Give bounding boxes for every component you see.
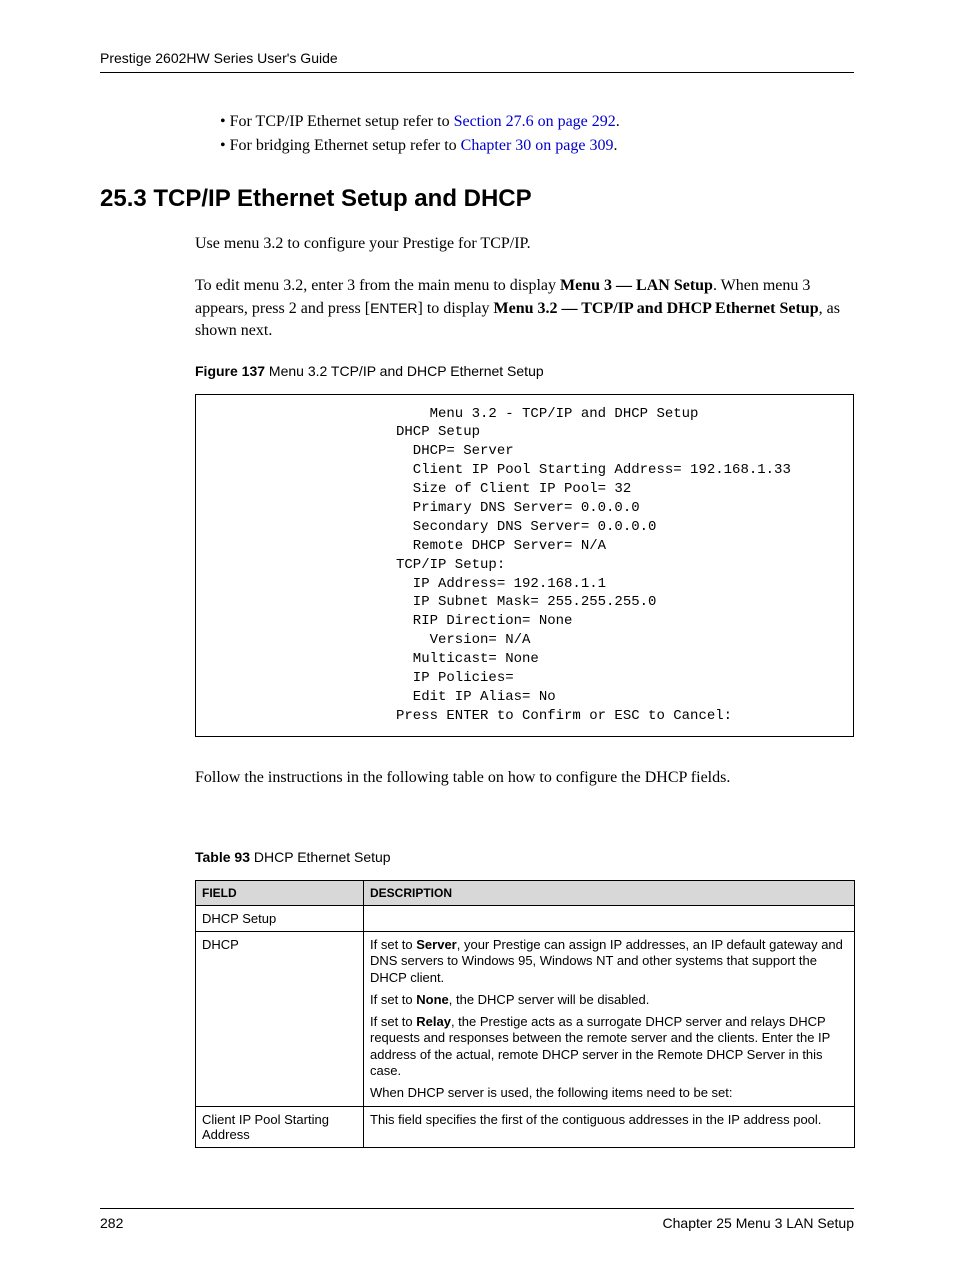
list-item: For TCP/IP Ethernet setup refer to Secti… (220, 113, 854, 131)
option-name: None (416, 992, 449, 1007)
text-run: This field specifies the first of the co… (370, 1112, 848, 1128)
paragraph: Use menu 3.2 to configure your Prestige … (195, 233, 854, 255)
text-run: If set to (370, 1014, 416, 1029)
list-item: For bridging Ethernet setup refer to Cha… (220, 137, 854, 155)
cross-ref-link[interactable]: Chapter 30 on page 309 (461, 137, 614, 154)
chapter-label: Chapter 25 Menu 3 LAN Setup (663, 1215, 854, 1231)
table-row: DHCP If set to Server, your Prestige can… (196, 932, 855, 1107)
bullet-prefix: For TCP/IP Ethernet setup refer to (230, 113, 454, 130)
table-caption: Table 93 DHCP Ethernet Setup (195, 849, 854, 865)
option-name: Server (416, 937, 456, 952)
figure-title: Menu 3.2 TCP/IP and DHCP Ethernet Setup (265, 363, 544, 379)
cell-field: Client IP Pool Starting Address (196, 1107, 364, 1148)
key-name: ENTER (370, 300, 417, 316)
bullet-suffix: . (616, 113, 620, 130)
col-header-field: Field (196, 881, 364, 906)
cell-field: DHCP Setup (196, 906, 364, 932)
table-row: Client IP Pool Starting Address This fie… (196, 1107, 855, 1148)
text-run: To edit menu 3.2, enter 3 from the main … (195, 277, 560, 294)
menu-name: Menu 3.2 — TCP/IP and DHCP Ethernet Setu… (494, 300, 819, 317)
figure-caption: Figure 137 Menu 3.2 TCP/IP and DHCP Ethe… (195, 363, 854, 379)
cell-field: DHCP (196, 932, 364, 1107)
text-run: When DHCP server is used, the following … (370, 1085, 848, 1101)
dhcp-setup-table: Field Description DHCP Setup DHCP If set… (195, 880, 855, 1148)
bullet-suffix: . (614, 137, 618, 154)
paragraph: To edit menu 3.2, enter 3 from the main … (195, 275, 854, 342)
text-run: ] to display (418, 300, 494, 317)
page-header: Prestige 2602HW Series User's Guide (100, 50, 854, 73)
cell-desc (364, 906, 855, 932)
menu-name: Menu 3 — LAN Setup (560, 277, 713, 294)
reference-list: For TCP/IP Ethernet setup refer to Secti… (100, 113, 854, 155)
table-row: DHCP Setup (196, 906, 855, 932)
page-number: 282 (100, 1215, 123, 1231)
text-run: , the DHCP server will be disabled. (449, 992, 650, 1007)
col-header-description: Description (364, 881, 855, 906)
cell-desc: If set to Server, your Prestige can assi… (364, 932, 855, 1107)
table-header-row: Field Description (196, 881, 855, 906)
table-title: DHCP Ethernet Setup (250, 849, 391, 865)
terminal-screenshot: Menu 3.2 - TCP/IP and DHCP Setup DHCP Se… (195, 394, 854, 737)
text-run: If set to (370, 937, 416, 952)
text-run: If set to (370, 992, 416, 1007)
figure-number: Figure 137 (195, 363, 265, 379)
bullet-prefix: For bridging Ethernet setup refer to (230, 137, 461, 154)
paragraph: Follow the instructions in the following… (195, 767, 854, 789)
option-name: Relay (416, 1014, 451, 1029)
cross-ref-link[interactable]: Section 27.6 on page 292 (454, 113, 616, 130)
table-number: Table 93 (195, 849, 250, 865)
cell-desc: This field specifies the first of the co… (364, 1107, 855, 1148)
section-heading: 25.3 TCP/IP Ethernet Setup and DHCP (100, 185, 854, 213)
page-footer: 282 Chapter 25 Menu 3 LAN Setup (100, 1208, 854, 1231)
